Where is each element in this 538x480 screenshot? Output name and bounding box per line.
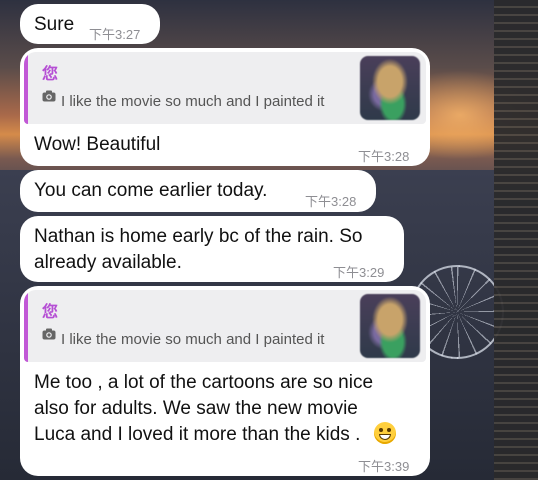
tower-building [494, 0, 538, 480]
message-timestamp: 下午3:27 [89, 27, 141, 42]
camera-icon [42, 328, 56, 340]
message-text: Sure [34, 14, 75, 35]
message-text: You can come earlier today. [34, 180, 268, 201]
reply-image-thumbnail[interactable] [360, 294, 420, 358]
message-timestamp: 下午3:28 [305, 194, 357, 209]
message-bubble[interactable]: You can come earlier today. 下午3:28 [20, 170, 376, 212]
reply-accent-bar [24, 290, 28, 362]
message-text: Wow! Beautiful [34, 134, 161, 155]
message-timestamp: 下午3:28 [358, 149, 410, 164]
reply-quote[interactable]: 您 I like the movie so much and I painted… [24, 290, 426, 362]
reply-quote[interactable]: 您 I like the movie so much and I painted… [24, 52, 426, 124]
grinning-face-emoji-icon [373, 422, 396, 444]
message-line: Me too , a lot of the cartoons are so ni… [34, 372, 374, 393]
message-line: Luca and I loved it more than the kids . [34, 424, 361, 445]
message-line-with-emoji: Luca and I loved it more than the kids . [34, 422, 396, 447]
reply-snippet-text: I like the movie so much and I painted i… [61, 331, 325, 348]
message-bubble[interactable]: Nathan is home early bc of the rain. So … [20, 216, 404, 282]
message-line: also for adults. We saw the new movie [34, 398, 358, 419]
message-bubble[interactable]: 您 I like the movie so much and I painted… [20, 286, 430, 476]
camera-icon [42, 90, 56, 102]
message-timestamp: 下午3:39 [358, 459, 410, 474]
message-bubble[interactable]: 您 I like the movie so much and I painted… [20, 48, 430, 166]
message-line: Nathan is home early bc of the rain. So [34, 226, 363, 247]
reply-author: 您 [42, 304, 59, 321]
message-bubble[interactable]: Sure 下午3:27 [20, 4, 160, 44]
reply-accent-bar [24, 52, 28, 124]
reply-author: 您 [42, 66, 59, 83]
message-timestamp: 下午3:29 [333, 265, 385, 280]
message-line: already available. [34, 252, 182, 273]
reply-snippet-text: I like the movie so much and I painted i… [61, 93, 325, 110]
reply-image-thumbnail[interactable] [360, 56, 420, 120]
